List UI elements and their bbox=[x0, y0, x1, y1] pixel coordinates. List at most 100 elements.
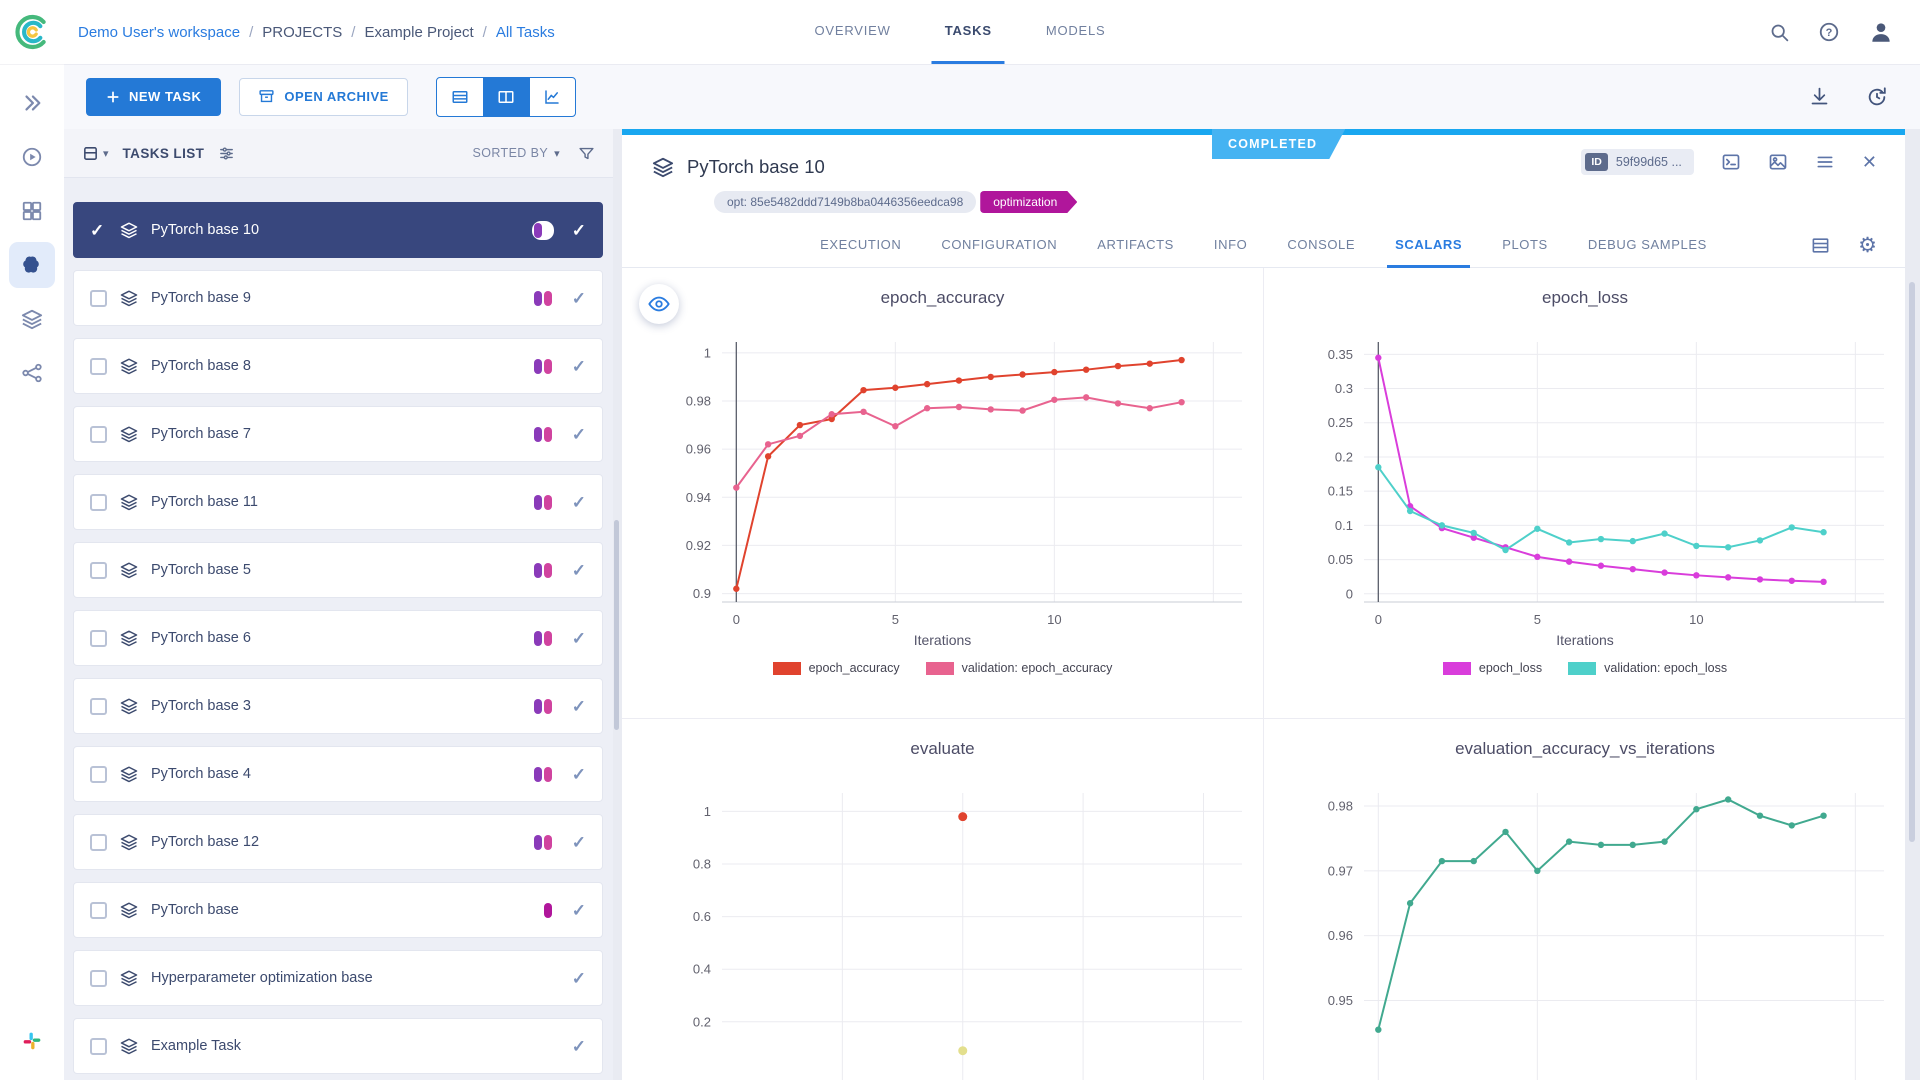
image-icon[interactable] bbox=[1768, 152, 1788, 172]
sorted-by-dropdown[interactable]: SORTED BY ▾ bbox=[472, 146, 560, 160]
new-task-button[interactable]: NEW TASK bbox=[86, 78, 221, 116]
tag-color-pill bbox=[534, 359, 542, 374]
task-checkbox[interactable] bbox=[90, 426, 107, 443]
chart-plot-evaluate[interactable]: 0.20.40.60.81 bbox=[622, 777, 1264, 1080]
nav-projects-icon[interactable] bbox=[9, 188, 55, 234]
task-row[interactable]: PyTorch base 11✓ bbox=[73, 474, 603, 530]
task-row[interactable]: PyTorch base 5✓ bbox=[73, 542, 603, 598]
table-view-button[interactable] bbox=[437, 78, 483, 116]
breadcrumb-projects[interactable]: PROJECTS bbox=[262, 24, 342, 41]
breadcrumb-project[interactable]: Example Project bbox=[364, 24, 473, 41]
tasks-list-scrollbar[interactable] bbox=[614, 520, 619, 730]
left-nav-rail bbox=[0, 64, 64, 1080]
opt-tag[interactable]: opt: 85e5482ddd7149b8ba0446356eedca98 bbox=[714, 191, 976, 213]
menu-icon[interactable] bbox=[1815, 152, 1835, 172]
detail-tab-execution[interactable]: EXECUTION bbox=[800, 223, 921, 267]
task-checkbox[interactable] bbox=[90, 902, 107, 919]
task-row[interactable]: PyTorch base 9✓ bbox=[73, 270, 603, 326]
tasks-toolbar: NEW TASK OPEN ARCHIVE bbox=[64, 64, 1920, 129]
chart-epoch_loss: epoch_loss 00.050.10.150.20.250.30.350510… bbox=[1264, 268, 1905, 719]
svg-text:0.9: 0.9 bbox=[693, 586, 711, 601]
task-checkbox[interactable] bbox=[90, 970, 107, 987]
task-row[interactable]: PyTorch base✓ bbox=[73, 882, 603, 938]
download-icon[interactable] bbox=[1809, 86, 1830, 107]
hide-show-metrics-eye-button[interactable] bbox=[639, 284, 679, 324]
header-tab-overview[interactable]: OVERVIEW bbox=[787, 0, 917, 64]
chart-plot-epoch_loss[interactable]: 00.050.10.150.20.250.30.350510 bbox=[1264, 326, 1905, 632]
chart-plot-evaluation_accuracy_vs_iterations[interactable]: 0.950.960.970.98 bbox=[1264, 777, 1905, 1080]
detail-tab-plots[interactable]: PLOTS bbox=[1482, 223, 1568, 267]
task-id-pill[interactable]: ID 59f99d65 ... bbox=[1581, 149, 1694, 175]
task-row[interactable]: PyTorch base 3✓ bbox=[73, 678, 603, 734]
open-archive-label: OPEN ARCHIVE bbox=[284, 89, 388, 104]
close-icon[interactable]: ✕ bbox=[1862, 153, 1877, 171]
chart-plot-epoch_accuracy[interactable]: 0.90.920.940.960.9810510 bbox=[622, 326, 1264, 632]
legend-item-epoch-loss[interactable]: epoch_loss bbox=[1443, 661, 1542, 675]
task-row[interactable]: PyTorch base 7✓ bbox=[73, 406, 603, 462]
nav-dashboard-icon[interactable] bbox=[9, 134, 55, 180]
split-view-button[interactable] bbox=[483, 78, 529, 116]
task-row[interactable]: PyTorch base 12✓ bbox=[73, 814, 603, 870]
nav-getting-started-icon[interactable] bbox=[9, 80, 55, 126]
clearml-logo[interactable] bbox=[0, 12, 64, 52]
task-checkbox[interactable] bbox=[90, 766, 107, 783]
page-scrollbar[interactable] bbox=[1909, 282, 1915, 842]
legend-item-validation-epoch-loss[interactable]: validation: epoch_loss bbox=[1568, 661, 1727, 675]
nav-pipelines-icon[interactable] bbox=[9, 350, 55, 396]
task-checkbox[interactable] bbox=[90, 698, 107, 715]
svg-text:0.8: 0.8 bbox=[693, 857, 711, 872]
breadcrumb-all-tasks[interactable]: All Tasks bbox=[496, 24, 555, 41]
slack-icon[interactable] bbox=[9, 1018, 55, 1064]
detail-tab-debug-samples[interactable]: DEBUG SAMPLES bbox=[1568, 223, 1727, 267]
svg-text:0.92: 0.92 bbox=[686, 538, 711, 553]
settings-gear-icon[interactable]: ⚙ bbox=[1858, 235, 1877, 256]
detail-tab-scalars[interactable]: SCALARS bbox=[1375, 223, 1482, 267]
detail-tab-info[interactable]: INFO bbox=[1194, 223, 1267, 267]
task-row[interactable]: PyTorch base 8✓ bbox=[73, 338, 603, 394]
detail-tab-console[interactable]: CONSOLE bbox=[1267, 223, 1375, 267]
task-status-check-icon: ✓ bbox=[572, 222, 586, 239]
task-row[interactable]: Example Task✓ bbox=[73, 1018, 603, 1074]
nav-experiments-icon[interactable] bbox=[9, 242, 55, 288]
task-row-meta: ✓ bbox=[532, 765, 586, 784]
breadcrumb-workspace[interactable]: Demo User's workspace bbox=[78, 24, 240, 41]
task-row[interactable]: ✓PyTorch base 10✓ bbox=[73, 202, 603, 258]
task-row[interactable]: PyTorch base 4✓ bbox=[73, 746, 603, 802]
tag-color-pill bbox=[544, 563, 552, 578]
chart-view-button[interactable] bbox=[529, 78, 575, 116]
tag-color-pill bbox=[544, 699, 552, 714]
legend-item-epoch-accuracy[interactable]: epoch_accuracy bbox=[773, 661, 900, 675]
select-all-dropdown[interactable]: ▾ bbox=[82, 145, 109, 162]
task-checkbox[interactable] bbox=[90, 834, 107, 851]
detail-tab-artifacts[interactable]: ARTIFACTS bbox=[1077, 223, 1194, 267]
auto-refresh-icon[interactable] bbox=[1866, 86, 1888, 108]
tag-color-pill bbox=[544, 767, 552, 782]
user-avatar[interactable] bbox=[1868, 19, 1894, 45]
task-tags-badge bbox=[532, 289, 554, 308]
task-row[interactable]: Hyperparameter optimization base✓ bbox=[73, 950, 603, 1006]
task-id-value: 59f99d65 ... bbox=[1616, 155, 1682, 169]
metrics-table-icon[interactable] bbox=[1811, 236, 1830, 255]
help-icon[interactable]: ? bbox=[1818, 21, 1840, 43]
detail-tab-configuration[interactable]: CONFIGURATION bbox=[921, 223, 1077, 267]
header-tab-tasks[interactable]: TASKS bbox=[918, 0, 1019, 64]
optimization-tag[interactable]: optimization bbox=[980, 191, 1077, 213]
task-row[interactable]: PyTorch base 6✓ bbox=[73, 610, 603, 666]
console-output-icon[interactable] bbox=[1721, 152, 1741, 172]
task-checkbox[interactable] bbox=[90, 494, 107, 511]
nav-datasets-icon[interactable] bbox=[9, 296, 55, 342]
task-checkbox[interactable] bbox=[90, 630, 107, 647]
filter-icon[interactable] bbox=[578, 145, 595, 162]
task-checkbox[interactable] bbox=[90, 290, 107, 307]
header-tab-models[interactable]: MODELS bbox=[1019, 0, 1133, 64]
task-checkbox[interactable] bbox=[90, 562, 107, 579]
task-checkbox[interactable] bbox=[90, 1038, 107, 1055]
column-settings-icon[interactable] bbox=[218, 145, 235, 162]
tasks-list: ✓PyTorch base 10✓ PyTorch base 9✓ PyTorch … bbox=[64, 178, 613, 1080]
svg-text:0: 0 bbox=[1375, 612, 1382, 627]
search-icon[interactable] bbox=[1769, 22, 1790, 43]
selected-check-icon[interactable]: ✓ bbox=[90, 222, 107, 239]
legend-item-validation-epoch-accuracy[interactable]: validation: epoch_accuracy bbox=[926, 661, 1113, 675]
open-archive-button[interactable]: OPEN ARCHIVE bbox=[239, 78, 407, 116]
task-checkbox[interactable] bbox=[90, 358, 107, 375]
